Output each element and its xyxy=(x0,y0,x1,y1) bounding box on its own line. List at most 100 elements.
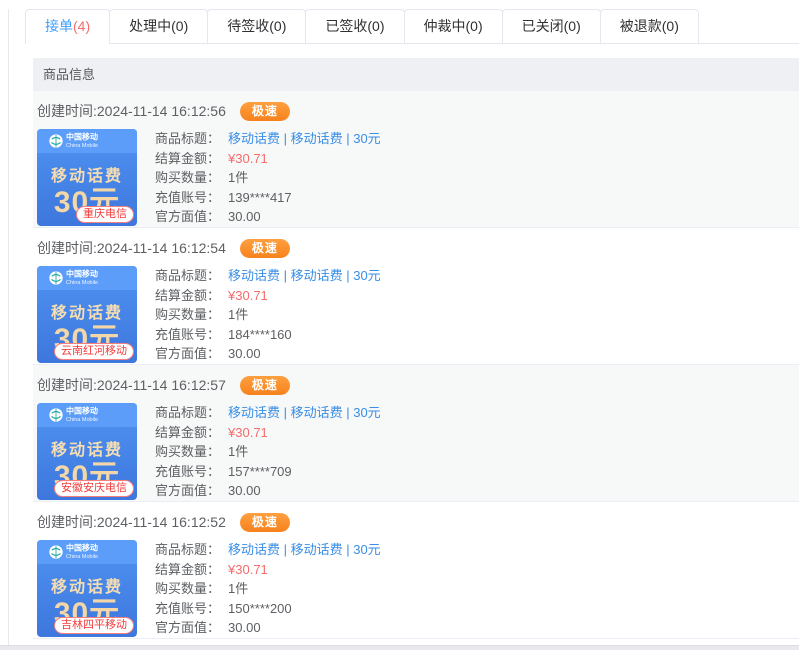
tab-refunded[interactable]: 被退款(0) xyxy=(600,9,699,43)
card-brand-band: 中国移动 China Mobile xyxy=(37,266,137,290)
region-tag: 吉林四平移动 xyxy=(54,617,134,634)
product-title-link[interactable]: 移动话费 | 移动话费 | 30元 xyxy=(228,131,381,146)
product-title-label: 商品标题： xyxy=(155,542,220,557)
settle-amount-value: ¥30.71 xyxy=(228,425,268,440)
card-product-name: 移动话费 xyxy=(37,573,137,597)
tab-label: 已关闭 xyxy=(522,18,564,34)
tab-pending-receipt[interactable]: 待签收(0) xyxy=(207,9,306,43)
quantity-value: 1件 xyxy=(228,444,248,459)
card-brand-text: 中国移动 China Mobile xyxy=(66,544,124,560)
card-product-name: 移动话费 xyxy=(37,299,137,323)
panel-header-product-info: 商品信息 xyxy=(33,58,799,91)
product-title-link[interactable]: 移动话费 | 移动话费 | 30元 xyxy=(228,268,381,283)
face-value-value: 30.00 xyxy=(228,620,261,635)
china-mobile-logo-icon xyxy=(49,271,63,285)
region-tag: 安徽安庆电信 xyxy=(54,480,134,497)
brand-name-cn: 中国移动 xyxy=(66,271,113,278)
card-brand-band: 中国移动 China Mobile xyxy=(37,403,137,427)
order-row: 创建时间:2024-11-14 16:12:52 极速 中国移动 xyxy=(33,502,799,639)
settle-amount-value: ¥30.71 xyxy=(228,151,268,166)
card-brand-band: 中国移动 China Mobile xyxy=(37,129,137,153)
tab-count: (0) xyxy=(367,18,384,34)
horizontal-scrollbar[interactable] xyxy=(0,645,799,650)
created-time-label: 创建时间: xyxy=(37,375,97,395)
order-row: 创建时间:2024-11-14 16:12:57 极速 中国移动 xyxy=(33,365,799,502)
order-details: 商品标题： 移动话费 | 移动话费 | 30元 结算金额： ¥30.71 购买数量：… xyxy=(155,403,381,501)
tab-count: (0) xyxy=(171,18,188,34)
tab-label: 待签收 xyxy=(227,18,269,34)
product-title-link[interactable]: 移动话费 | 移动话费 | 30元 xyxy=(228,542,381,557)
card-product-name: 移动话费 xyxy=(37,162,137,186)
tab-label: 处理中 xyxy=(129,18,171,34)
card-brand-text: 中国移动 China Mobile xyxy=(66,133,124,149)
created-time-value: 2024-11-14 16:12:52 xyxy=(97,514,226,530)
settle-amount-label: 结算金额： xyxy=(155,562,220,577)
brand-name-cn: 中国移动 xyxy=(66,134,113,141)
product-title-label: 商品标题： xyxy=(155,405,220,420)
region-tag: 重庆电信 xyxy=(76,206,134,223)
created-time-label: 创建时间: xyxy=(37,101,97,121)
quantity-label: 购买数量： xyxy=(155,170,220,185)
quantity-value: 1件 xyxy=(228,581,248,596)
quantity-label: 购买数量： xyxy=(155,444,220,459)
recharge-account-value: 150****200 xyxy=(228,601,292,616)
product-title-label: 商品标题： xyxy=(155,268,220,283)
face-value-value: 30.00 xyxy=(228,483,261,498)
created-time: 创建时间:2024-11-14 16:12:57 极速 xyxy=(37,375,799,395)
main-content: 接单(4) 处理中(0) 待签收(0) 已签收(0) 仲裁中(0) 已关闭(0)… xyxy=(25,9,799,639)
product-card-image[interactable]: 中国移动 China Mobile 移动话费 30元 安徽安庆电信 xyxy=(37,403,137,500)
created-time-value: 2024-11-14 16:12:56 xyxy=(97,103,226,119)
tab-closed[interactable]: 已关闭(0) xyxy=(502,9,601,43)
face-value-label: 官方面值： xyxy=(155,483,220,498)
quantity-label: 购买数量： xyxy=(155,307,220,322)
product-card-image[interactable]: 中国移动 China Mobile 移动话费 30元 吉林四平移动 xyxy=(37,540,137,637)
face-value-label: 官方面值： xyxy=(155,209,220,224)
settle-amount-label: 结算金额： xyxy=(155,425,220,440)
recharge-account-value: 184****160 xyxy=(228,327,292,342)
express-badge: 极速 xyxy=(240,102,290,121)
created-time: 创建时间:2024-11-14 16:12:54 极速 xyxy=(37,238,799,258)
express-badge: 极速 xyxy=(240,239,290,258)
created-time: 创建时间:2024-11-14 16:12:52 极速 xyxy=(37,512,799,532)
tab-label: 仲裁中 xyxy=(424,18,466,34)
tab-accept-orders[interactable]: 接单(4) xyxy=(25,9,110,44)
sidebar-edge-divider xyxy=(8,9,9,650)
product-title-link[interactable]: 移动话费 | 移动话费 | 30元 xyxy=(228,405,381,420)
brand-name-cn: 中国移动 xyxy=(66,408,113,415)
recharge-account-value: 139****417 xyxy=(228,190,292,205)
face-value-label: 官方面值： xyxy=(155,620,220,635)
quantity-label: 购买数量： xyxy=(155,581,220,596)
express-badge: 极速 xyxy=(240,513,290,532)
tab-received[interactable]: 已签收(0) xyxy=(305,9,404,43)
created-time-label: 创建时间: xyxy=(37,512,97,532)
china-mobile-logo-icon xyxy=(49,134,63,148)
order-details: 商品标题：移动话费 | 移动话费 | 30元 结算金额：¥30.71 购买数量：… xyxy=(155,266,381,364)
product-card-image[interactable]: 中国移动 China Mobile 移动话费 30元 云南红河移动 xyxy=(37,266,137,363)
settle-amount-label: 结算金额： xyxy=(155,288,220,303)
tab-arbitration[interactable]: 仲裁中(0) xyxy=(404,9,503,43)
order-details: 商品标题：移动话费 | 移动话费 | 30元 结算金额：¥30.71 购买数量：… xyxy=(155,129,381,227)
order-details: 商品标题：移动话费 | 移动话费 | 30元 结算金额：¥30.71 购买数量：… xyxy=(155,540,381,638)
face-value-value: 30.00 xyxy=(228,209,261,224)
tab-label: 接单 xyxy=(45,18,73,34)
recharge-account-label: 充值账号： xyxy=(155,601,220,616)
brand-name-cn: 中国移动 xyxy=(66,545,113,552)
tab-count: (4) xyxy=(73,18,90,34)
china-mobile-logo-icon xyxy=(49,545,63,559)
face-value-label: 官方面值： xyxy=(155,346,220,361)
region-tag: 云南红河移动 xyxy=(54,343,134,360)
recharge-account-value: 157****709 xyxy=(228,464,292,479)
quantity-value: 1件 xyxy=(228,170,248,185)
order-row: 创建时间:2024-11-14 16:12:56 极速 中国移动 xyxy=(33,91,799,228)
tab-label: 被退款 xyxy=(620,18,662,34)
order-row: 创建时间:2024-11-14 16:12:54 极速 中国移动 xyxy=(33,228,799,365)
tab-processing[interactable]: 处理中(0) xyxy=(109,9,208,43)
brand-name-en: China Mobile xyxy=(66,555,98,559)
tab-label: 已签收 xyxy=(325,18,367,34)
tab-count: (0) xyxy=(662,18,679,34)
face-value-value: 30.00 xyxy=(228,346,261,361)
product-card-image[interactable]: 中国移动 China Mobile 移动话费 30元 重庆电信 xyxy=(37,129,137,226)
recharge-account-label: 充值账号： xyxy=(155,327,220,342)
brand-name-en: China Mobile xyxy=(66,281,98,285)
china-mobile-logo-icon xyxy=(49,408,63,422)
